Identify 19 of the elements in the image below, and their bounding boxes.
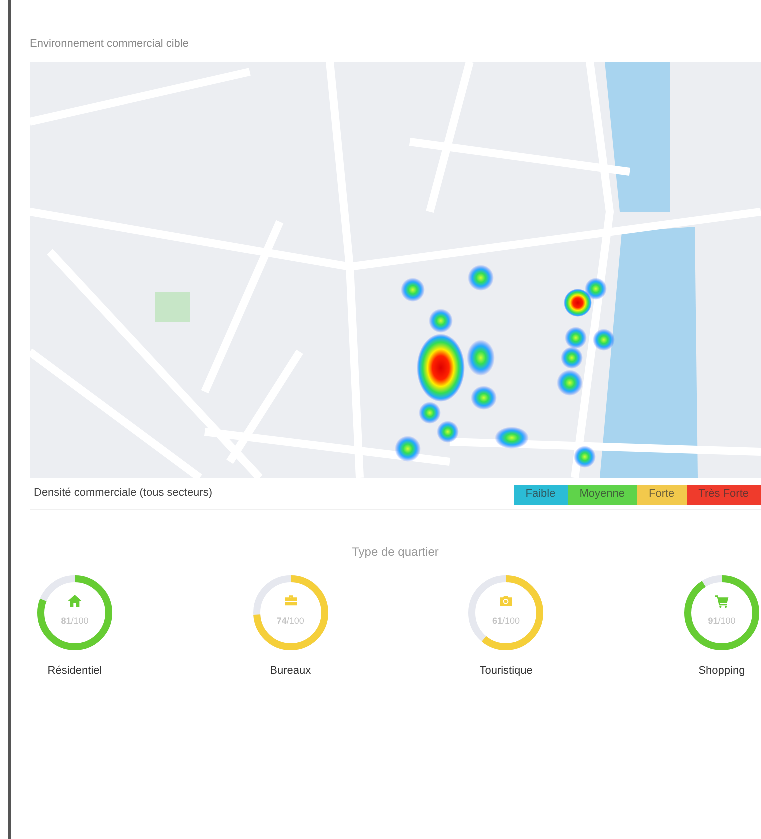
legend-swatch: Faible xyxy=(514,484,568,504)
legend-swatch: Très Forte xyxy=(686,484,761,504)
district-label: Shopping xyxy=(698,664,746,679)
legend-swatch: Moyenne xyxy=(568,484,637,504)
cart-icon xyxy=(714,593,730,609)
score-text: 91/100 xyxy=(707,617,737,626)
section-heading: Type de quartier xyxy=(351,544,440,561)
camera-icon xyxy=(498,593,514,609)
district-label: Bureaux xyxy=(270,664,312,679)
score-text: 61/100 xyxy=(492,617,522,626)
section-title: Environnement commercial cible xyxy=(30,37,190,52)
score-text: 74/100 xyxy=(276,617,306,626)
house-icon xyxy=(67,593,83,609)
district-label: Résidentiel xyxy=(48,664,102,679)
legend-swatch: Forte xyxy=(636,484,687,504)
heatmap-map-drawing[interactable] xyxy=(30,62,761,478)
district-label: Touristique xyxy=(480,664,533,679)
score-text: 81/100 xyxy=(60,617,90,626)
legend-caption: Densité commerciale (tous secteurs) xyxy=(33,486,213,502)
